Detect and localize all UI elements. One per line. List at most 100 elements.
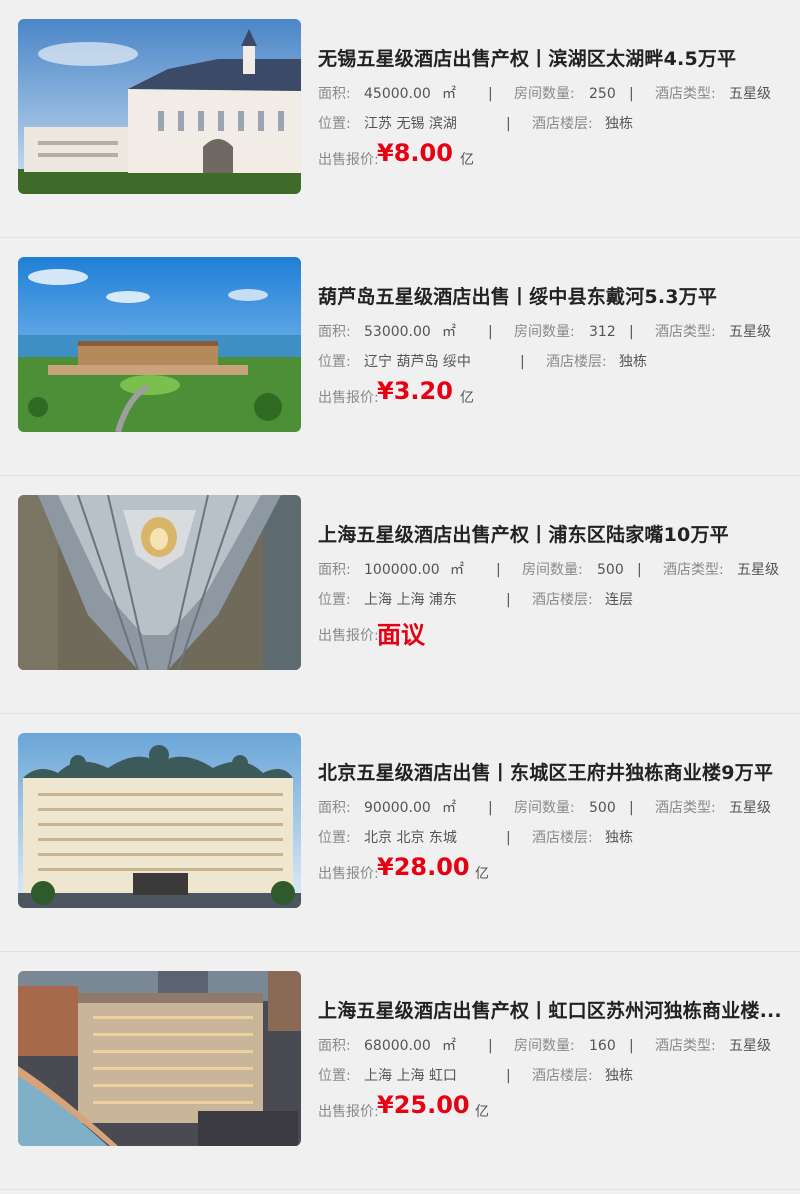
area-value: 90000.00 bbox=[364, 800, 431, 816]
listing-item[interactable]: 上海五星级酒店出售产权丨虹口区苏州河独栋商业楼... 面积: 68000.00 … bbox=[0, 952, 800, 1190]
price-value: ¥8.00 bbox=[377, 139, 453, 167]
floors-label: 酒店楼层: bbox=[546, 354, 607, 370]
hotel-photo-riverside-night-icon bbox=[18, 971, 301, 1146]
separator: | bbox=[506, 1068, 511, 1084]
price-unit: 亿 bbox=[460, 152, 474, 168]
hotel-listing: 无锡五星级酒店出售产权丨滨湖区太湖畔4.5万平 面积: 45000.00 ㎡ |… bbox=[0, 0, 800, 1190]
rooms-value: 312 bbox=[589, 324, 616, 340]
floors-value: 连层 bbox=[605, 592, 633, 608]
type-label: 酒店类型: bbox=[655, 1038, 716, 1054]
separator: | bbox=[496, 562, 501, 578]
price-row: 出售报价: ¥8.00 亿 bbox=[318, 139, 800, 175]
listing-item[interactable]: 上海五星级酒店出售产权丨浦东区陆家嘴10万平 面积: 100000.00 ㎡ |… bbox=[0, 476, 800, 714]
location-row: 位置: 上海 上海 虹口 | 酒店楼层: 独栋 bbox=[318, 1061, 800, 1091]
hotel-photo-seaside-resort-icon bbox=[18, 257, 301, 432]
type-value: 五星级 bbox=[729, 324, 771, 340]
listing-title[interactable]: 葫芦岛五星级酒店出售丨绥中县东戴河5.3万平 bbox=[318, 283, 800, 311]
price-label: 出售报价: bbox=[318, 628, 379, 644]
location-label: 位置: bbox=[318, 116, 351, 132]
type-label: 酒店类型: bbox=[655, 86, 716, 102]
price-label: 出售报价: bbox=[318, 152, 379, 168]
listing-info: 上海五星级酒店出售产权丨虹口区苏州河独栋商业楼... 面积: 68000.00 … bbox=[318, 997, 800, 1127]
rooms-label: 房间数量: bbox=[514, 1038, 575, 1054]
hotel-photo-white-castle-icon bbox=[18, 19, 301, 194]
type-label: 酒店类型: bbox=[655, 800, 716, 816]
listing-item[interactable]: 无锡五星级酒店出售产权丨滨湖区太湖畔4.5万平 面积: 45000.00 ㎡ |… bbox=[0, 0, 800, 238]
floors-label: 酒店楼层: bbox=[532, 830, 593, 846]
location-label: 位置: bbox=[318, 592, 351, 608]
price-value: ¥28.00 bbox=[377, 853, 470, 881]
listing-info: 无锡五星级酒店出售产权丨滨湖区太湖畔4.5万平 面积: 45000.00 ㎡ |… bbox=[318, 45, 800, 175]
price-unit: 亿 bbox=[460, 390, 474, 406]
hotel-photo[interactable] bbox=[18, 19, 301, 194]
listing-title[interactable]: 上海五星级酒店出售产权丨浦东区陆家嘴10万平 bbox=[318, 521, 800, 549]
area-label: 面积: bbox=[318, 324, 351, 340]
hotel-photo[interactable] bbox=[18, 733, 301, 908]
area-unit: ㎡ bbox=[442, 1038, 456, 1054]
location-value: 北京 北京 东城 bbox=[364, 830, 457, 846]
listing-title[interactable]: 无锡五星级酒店出售产权丨滨湖区太湖畔4.5万平 bbox=[318, 45, 800, 73]
location-row: 位置: 辽宁 葫芦岛 绥中 | 酒店楼层: 独栋 bbox=[318, 347, 800, 377]
floors-value: 独栋 bbox=[605, 116, 633, 132]
spec-row: 面积: 100000.00 ㎡ | 房间数量: 500 | 酒店类型: 五星级 bbox=[318, 555, 800, 585]
price-unit: 亿 bbox=[475, 866, 489, 882]
floors-value: 独栋 bbox=[605, 1068, 633, 1084]
separator: | bbox=[488, 86, 493, 102]
hotel-photo-classic-palace-icon bbox=[18, 733, 301, 908]
separator: | bbox=[506, 592, 511, 608]
listing-item[interactable]: 葫芦岛五星级酒店出售丨绥中县东戴河5.3万平 面积: 53000.00 ㎡ | … bbox=[0, 238, 800, 476]
floors-label: 酒店楼层: bbox=[532, 116, 593, 132]
price-unit: 亿 bbox=[475, 1104, 489, 1120]
spec-row: 面积: 68000.00 ㎡ | 房间数量: 160 | 酒店类型: 五星级 bbox=[318, 1031, 800, 1061]
price-value: ¥25.00 bbox=[377, 1091, 470, 1119]
price-row: 出售报价: ¥3.20 亿 bbox=[318, 377, 800, 413]
listing-item[interactable]: 北京五星级酒店出售丨东城区王府井独栋商业楼9万平 面积: 90000.00 ㎡ … bbox=[0, 714, 800, 952]
hotel-photo[interactable] bbox=[18, 495, 301, 670]
location-label: 位置: bbox=[318, 830, 351, 846]
floors-value: 独栋 bbox=[619, 354, 647, 370]
type-value: 五星级 bbox=[729, 86, 771, 102]
listing-title[interactable]: 北京五星级酒店出售丨东城区王府井独栋商业楼9万平 bbox=[318, 759, 800, 787]
spec-row: 面积: 53000.00 ㎡ | 房间数量: 312 | 酒店类型: 五星级 bbox=[318, 317, 800, 347]
location-label: 位置: bbox=[318, 1068, 351, 1084]
type-value: 五星级 bbox=[729, 1038, 771, 1054]
listing-title[interactable]: 上海五星级酒店出售产权丨虹口区苏州河独栋商业楼... bbox=[318, 997, 800, 1025]
price-value: ¥3.20 bbox=[377, 377, 453, 405]
price-value: 面议 bbox=[377, 621, 425, 649]
floors-label: 酒店楼层: bbox=[532, 592, 593, 608]
separator: | bbox=[629, 1038, 634, 1054]
area-unit: ㎡ bbox=[442, 86, 456, 102]
separator: | bbox=[629, 86, 634, 102]
area-label: 面积: bbox=[318, 800, 351, 816]
separator: | bbox=[488, 1038, 493, 1054]
hotel-photo[interactable] bbox=[18, 971, 301, 1146]
separator: | bbox=[629, 800, 634, 816]
location-row: 位置: 江苏 无锡 滨湖 | 酒店楼层: 独栋 bbox=[318, 109, 800, 139]
price-row: 出售报价: 面议 bbox=[318, 617, 800, 651]
listing-info: 北京五星级酒店出售丨东城区王府井独栋商业楼9万平 面积: 90000.00 ㎡ … bbox=[318, 759, 800, 889]
location-value: 上海 上海 浦东 bbox=[364, 592, 457, 608]
hotel-photo[interactable] bbox=[18, 257, 301, 432]
price-label: 出售报价: bbox=[318, 390, 379, 406]
rooms-value: 160 bbox=[589, 1038, 616, 1054]
type-label: 酒店类型: bbox=[663, 562, 724, 578]
listing-info: 葫芦岛五星级酒店出售丨绥中县东戴河5.3万平 面积: 53000.00 ㎡ | … bbox=[318, 283, 800, 413]
spec-row: 面积: 45000.00 ㎡ | 房间数量: 250 | 酒店类型: 五星级 bbox=[318, 79, 800, 109]
location-value: 江苏 无锡 滨湖 bbox=[364, 116, 457, 132]
rooms-value: 500 bbox=[597, 562, 624, 578]
price-row: 出售报价: ¥25.00 亿 bbox=[318, 1091, 800, 1127]
location-value: 辽宁 葫芦岛 绥中 bbox=[364, 354, 471, 370]
floors-value: 独栋 bbox=[605, 830, 633, 846]
area-unit: ㎡ bbox=[442, 324, 456, 340]
rooms-value: 250 bbox=[589, 86, 616, 102]
rooms-label: 房间数量: bbox=[522, 562, 583, 578]
hotel-photo-skyscraper-icon bbox=[18, 495, 301, 670]
separator: | bbox=[520, 354, 525, 370]
area-label: 面积: bbox=[318, 1038, 351, 1054]
rooms-label: 房间数量: bbox=[514, 800, 575, 816]
price-label: 出售报价: bbox=[318, 866, 379, 882]
separator: | bbox=[506, 116, 511, 132]
area-label: 面积: bbox=[318, 562, 351, 578]
location-value: 上海 上海 虹口 bbox=[364, 1068, 457, 1084]
separator: | bbox=[637, 562, 642, 578]
